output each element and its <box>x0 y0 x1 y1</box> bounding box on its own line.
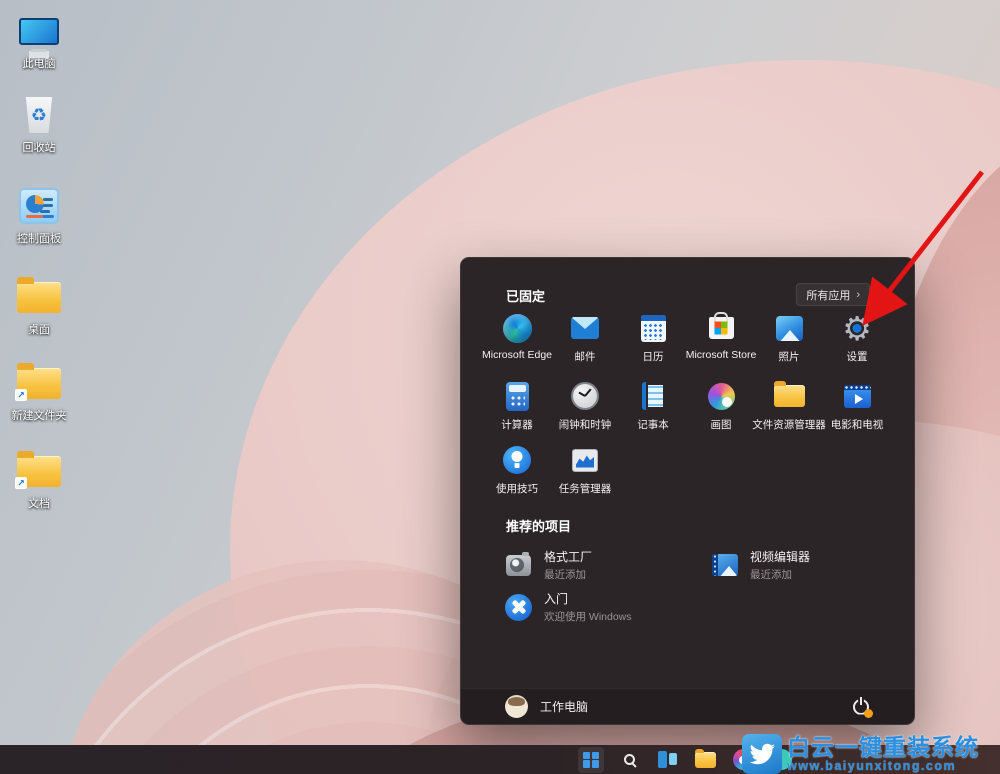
calendar-icon <box>637 312 669 344</box>
pinned-app-mail[interactable]: 邮件 <box>551 312 619 364</box>
file-explorer-button[interactable] <box>692 747 718 773</box>
notepad-icon <box>637 380 669 412</box>
pinned-app-notepad[interactable]: 记事本 <box>619 380 687 432</box>
search-icon <box>624 754 635 765</box>
desktop-icon-label: 回收站 <box>23 142 56 154</box>
desktop-icon-label: 桌面 <box>28 324 50 336</box>
windows-logo-icon <box>583 752 599 768</box>
pinned-app-photos[interactable]: 照片 <box>755 312 823 364</box>
video-editor-icon <box>711 552 738 579</box>
bird-logo-icon <box>742 734 782 774</box>
desktop-icon-folder-new[interactable]: ↗ 新建文件夹 <box>0 360 78 422</box>
user-avatar[interactable] <box>505 695 528 718</box>
pinned-app-movies[interactable]: 电影和电视 <box>823 380 891 432</box>
pinned-app-taskmgr[interactable]: 任务管理器 <box>551 444 619 496</box>
power-icon[interactable] <box>852 698 870 716</box>
pinned-section-header: 已固定 <box>506 286 545 305</box>
pinned-app-explorer[interactable]: 文件资源管理器 <box>755 380 823 432</box>
power-badge <box>864 709 873 718</box>
file-explorer-icon <box>695 752 716 768</box>
desktop-icon-folder-desktop[interactable]: 桌面 <box>0 274 78 336</box>
store-icon <box>705 312 737 344</box>
watermark: 白云一键重装系统 www.baiyunxitong.com <box>742 730 1000 774</box>
desktop-icon-label: 此电脑 <box>23 58 56 70</box>
shortcut-arrow-icon: ↗ <box>15 477 27 489</box>
pinned-app-calculator[interactable]: 计算器 <box>483 380 551 432</box>
edge-icon <box>501 312 533 344</box>
desktop-icon-this-pc[interactable]: 此电脑 <box>0 8 78 70</box>
format-factory-icon <box>505 552 532 579</box>
all-apps-button[interactable]: 所有应用 › <box>796 283 870 306</box>
photos-icon <box>773 312 805 344</box>
file-explorer-icon <box>773 380 805 412</box>
get-started-icon <box>505 594 532 621</box>
desktop-icon-label: 新建文件夹 <box>12 410 67 422</box>
chevron-right-icon: › <box>856 289 860 301</box>
desktop-icon-label: 控制面板 <box>17 233 61 245</box>
task-view-icon <box>658 751 677 768</box>
pinned-app-calendar[interactable]: 日历 <box>619 312 687 364</box>
pinned-app-tips[interactable]: 使用技巧 <box>483 444 551 496</box>
recommended-section-header: 推荐的项目 <box>506 516 571 535</box>
folder-icon <box>15 274 63 320</box>
watermark-url: www.baiyunxitong.com <box>787 760 979 773</box>
settings-gear-icon: ⚙ <box>841 312 873 344</box>
desktop-icon-folder-docs[interactable]: ↗ 文档 <box>0 448 78 510</box>
paint-icon <box>705 380 737 412</box>
pinned-app-clock[interactable]: 闹钟和时钟 <box>551 380 619 432</box>
clock-icon <box>569 380 601 412</box>
calculator-icon <box>501 380 533 412</box>
folder-shortcut-icon: ↗ <box>15 360 63 406</box>
shortcut-arrow-icon: ↗ <box>15 389 27 401</box>
pinned-app-edge[interactable]: Microsoft Edge <box>483 312 551 364</box>
desktop-icon-label: 文档 <box>28 498 50 510</box>
task-view-button[interactable] <box>654 747 680 773</box>
pinned-app-settings[interactable]: ⚙ 设置 <box>823 312 891 364</box>
this-pc-icon <box>15 8 63 54</box>
recommended-item-get-started[interactable]: 入门 欢迎使用 Windows <box>505 590 632 624</box>
watermark-title: 白云一键重装系统 <box>787 736 979 759</box>
start-menu-footer: 工作电脑 <box>461 688 914 724</box>
desktop-icon-control-panel[interactable]: 控制面板 <box>0 183 78 245</box>
all-apps-label: 所有应用 <box>806 287 850 303</box>
recommended-item-video-editor[interactable]: 视频编辑器 最近添加 <box>711 548 810 582</box>
folder-shortcut-icon: ↗ <box>15 448 63 494</box>
recommended-item-format-factory[interactable]: 格式工厂 最近添加 <box>505 548 592 582</box>
start-menu: 已固定 所有应用 › Microsoft Edge 邮件 日历 Microsof… <box>460 257 915 725</box>
pinned-app-paint[interactable]: 画图 <box>687 380 755 432</box>
tips-icon <box>501 444 533 476</box>
task-manager-icon <box>569 444 601 476</box>
desktop: 此电脑 ♻ 回收站 控制面板 桌面 ↗ 新建文件夹 ↗ 文档 已固定 所有应用 … <box>0 0 1000 774</box>
user-name: 工作电脑 <box>540 698 588 715</box>
mail-icon <box>569 312 601 344</box>
start-button[interactable] <box>578 747 604 773</box>
control-panel-icon <box>15 183 63 229</box>
search-button[interactable] <box>616 747 642 773</box>
pinned-app-store[interactable]: Microsoft Store <box>687 312 755 364</box>
movies-tv-icon <box>841 380 873 412</box>
desktop-icon-recycle-bin[interactable]: ♻ 回收站 <box>0 92 78 154</box>
recycle-bin-icon: ♻ <box>15 92 63 138</box>
